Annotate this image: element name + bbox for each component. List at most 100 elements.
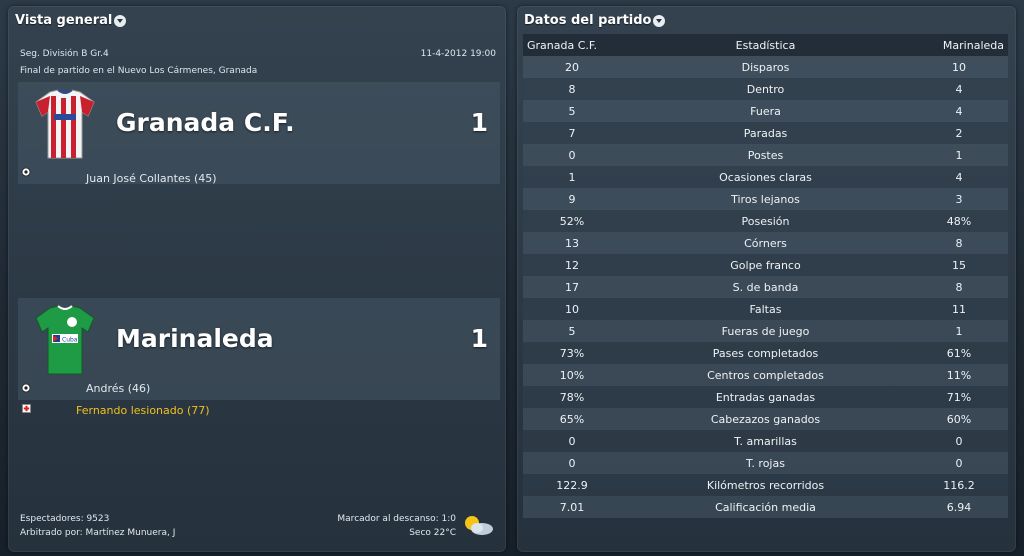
table-row: 7.01 Calificación media 6.94 <box>523 496 1008 518</box>
home-team-score: 1 <box>470 108 488 137</box>
home-stat-value: 8 <box>523 78 621 100</box>
table-row: 0 T. rojas 0 <box>523 452 1008 474</box>
away-stat-value: 0 <box>910 452 1008 474</box>
away-stat-value: 10 <box>910 56 1008 78</box>
away-stat-value: 116.2 <box>910 474 1008 496</box>
stat-name: Calificación media <box>621 496 910 518</box>
table-row: 73% Pases completados 61% <box>523 342 1008 364</box>
table-row: 1 Ocasiones claras 4 <box>523 166 1008 188</box>
away-kit-icon[interactable]: Cuba <box>32 304 98 376</box>
match-footer-info: Espectadores: 9523 Arbitrado por: Martín… <box>20 512 175 540</box>
away-stat-value: 11 <box>910 298 1008 320</box>
table-row: 0 T. amarillas 0 <box>523 430 1008 452</box>
stat-name: Centros completados <box>621 364 910 386</box>
away-team-name[interactable]: Marinaleda <box>116 324 274 353</box>
table-row: 78% Entradas ganadas 71% <box>523 386 1008 408</box>
away-stat-value: 71% <box>910 386 1008 408</box>
table-row: 8 Dentro 4 <box>523 78 1008 100</box>
away-stat-value: 4 <box>910 166 1008 188</box>
referee-label[interactable]: Arbitrado por: Martínez Munuera, J <box>20 526 175 540</box>
table-row: 12 Golpe franco 15 <box>523 254 1008 276</box>
table-row: 122.9 Kilómetros recorridos 116.2 <box>523 474 1008 496</box>
away-stat-value: 1 <box>910 144 1008 166</box>
stat-name: Dentro <box>621 78 910 100</box>
away-stat-value: 15 <box>910 254 1008 276</box>
table-row: 10 Faltas 11 <box>523 298 1008 320</box>
goal-ball-icon <box>21 167 31 177</box>
injury-icon <box>22 404 31 413</box>
away-stat-value: 4 <box>910 100 1008 122</box>
stat-name: Córners <box>621 232 910 254</box>
table-row: 9 Tiros lejanos 3 <box>523 188 1008 210</box>
away-goal-event[interactable]: Andrés (46) <box>86 382 150 395</box>
stat-name: Pases completados <box>621 342 910 364</box>
table-row: 17 S. de banda 8 <box>523 276 1008 298</box>
home-stat-value: 0 <box>523 144 621 166</box>
home-column-header[interactable]: Granada C.F. <box>523 34 621 56</box>
match-stats-table: Granada C.F. Estadística Marinaleda 20 Di… <box>523 34 1008 518</box>
overview-panel: Vista general Seg. División B Gr.4 11-4-… <box>8 6 506 552</box>
stat-name: Posesión <box>621 210 910 232</box>
match-stats-header[interactable]: Datos del partido <box>517 6 1016 34</box>
home-stat-value: 73% <box>523 342 621 364</box>
stat-name: Faltas <box>621 298 910 320</box>
home-stat-value: 17 <box>523 276 621 298</box>
table-row: 13 Córners 8 <box>523 232 1008 254</box>
stat-name: Ocasiones claras <box>621 166 910 188</box>
home-stat-value: 0 <box>523 452 621 474</box>
table-row: 52% Posesión 48% <box>523 210 1008 232</box>
stat-name: Entradas ganadas <box>621 386 910 408</box>
stat-name: Disparos <box>621 56 910 78</box>
stat-name: Tiros lejanos <box>621 188 910 210</box>
venue-row: Final de partido en el Nuevo Los Cármene… <box>20 66 496 76</box>
home-stat-value: 12 <box>523 254 621 276</box>
stat-name: Kilómetros recorridos <box>621 474 910 496</box>
overview-title: Vista general <box>15 12 113 28</box>
match-meta: Seg. División B Gr.4 11-4-2012 19:00 <box>20 49 496 59</box>
stat-name: Fueras de juego <box>621 320 910 342</box>
home-team-name[interactable]: Granada C.F. <box>116 108 295 137</box>
away-stat-value: 6.94 <box>910 496 1008 518</box>
home-goal-event[interactable]: Juan José Collantes (45) <box>86 172 217 185</box>
svg-text:Cuba: Cuba <box>62 337 78 344</box>
sun-cloud-icon <box>465 516 493 535</box>
home-stat-value: 5 <box>523 320 621 342</box>
stat-name: Fuera <box>621 100 910 122</box>
away-column-header[interactable]: Marinaleda <box>910 34 1008 56</box>
home-stat-value: 10% <box>523 364 621 386</box>
stat-name: T. rojas <box>621 452 910 474</box>
away-injury-event[interactable]: Fernando lesionado (77) <box>76 404 210 417</box>
match-stats-title: Datos del partido <box>524 12 652 28</box>
match-datetime: 11-4-2012 19:00 <box>420 49 496 59</box>
home-stat-value: 9 <box>523 188 621 210</box>
table-row: 0 Postes 1 <box>523 144 1008 166</box>
table-row: 7 Paradas 2 <box>523 122 1008 144</box>
stat-name: T. amarillas <box>621 430 910 452</box>
table-row: 5 Fuera 4 <box>523 100 1008 122</box>
stat-name: Paradas <box>621 122 910 144</box>
home-stat-value: 65% <box>523 408 621 430</box>
home-stat-value: 7.01 <box>523 496 621 518</box>
away-stat-value: 3 <box>910 188 1008 210</box>
home-kit-icon[interactable] <box>32 88 98 160</box>
away-stat-value: 1 <box>910 320 1008 342</box>
weather-label: Seco 22°C <box>409 528 456 538</box>
stats-header-row: Granada C.F. Estadística Marinaleda <box>523 34 1008 56</box>
home-stat-value: 0 <box>523 430 621 452</box>
chevron-down-icon[interactable] <box>653 15 666 27</box>
attendance-label: Espectadores: 9523 <box>20 514 110 524</box>
home-stat-value: 10 <box>523 298 621 320</box>
overview-header[interactable]: Vista general <box>8 6 506 34</box>
home-team-box: Granada C.F. 1 Juan José Collantes (45) <box>18 82 500 185</box>
match-stats-panel: Datos del partido Granada C.F. Estadísti… <box>517 6 1016 552</box>
home-stat-value: 13 <box>523 232 621 254</box>
chevron-down-icon[interactable] <box>114 15 127 27</box>
stat-column-header: Estadística <box>621 34 910 56</box>
away-team-box: Cuba Marinaleda 1 Andrés (46) <box>18 298 500 400</box>
table-row: 65% Cabezazos ganados 60% <box>523 408 1008 430</box>
home-stat-value: 7 <box>523 122 621 144</box>
venue-label: Final de partido en el Nuevo Los Cármene… <box>20 66 258 76</box>
home-stat-value: 20 <box>523 56 621 78</box>
stat-name: Cabezazos ganados <box>621 408 910 430</box>
home-stat-value: 52% <box>523 210 621 232</box>
